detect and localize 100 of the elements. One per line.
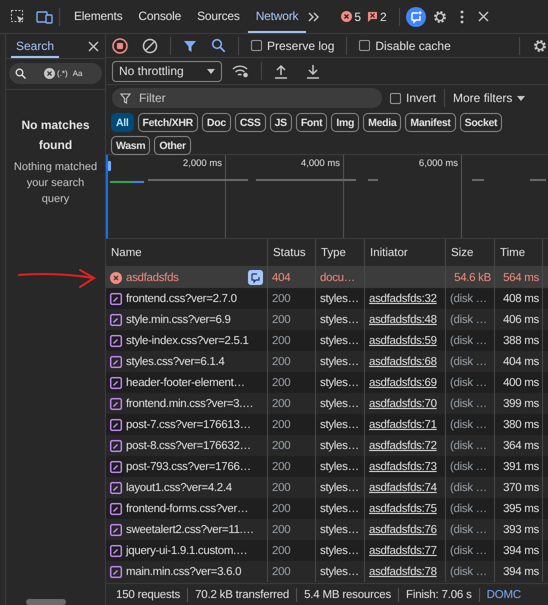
type-filter-chip[interactable]: Fetch/XHR — [138, 113, 198, 132]
stylesheet-icon — [110, 418, 122, 430]
request-name[interactable]: header-footer-element… — [126, 376, 245, 388]
type-filter-chip[interactable]: Socket — [460, 113, 502, 132]
upload-icon[interactable] — [274, 64, 288, 78]
initiator-link[interactable]: asdfadsfds:69 — [369, 376, 437, 388]
request-name[interactable]: style.min.css?ver=6.9 — [126, 314, 231, 326]
search-icon[interactable] — [211, 38, 226, 53]
filter-icon — [120, 92, 131, 104]
initiator-link[interactable]: asdfadsfds:71 — [369, 418, 437, 430]
request-name[interactable]: post-793.css?ver=1766… — [126, 460, 251, 472]
request-name[interactable]: sweetalert2.css?ver=11.… — [126, 524, 254, 536]
status-text: DOMC — [486, 588, 522, 602]
type-filter-chip[interactable]: Wasm — [111, 136, 150, 155]
scrollbar-thumb[interactable] — [26, 599, 66, 605]
device-toolbar-icon[interactable] — [36, 10, 53, 24]
stylesheet-icon — [110, 440, 122, 452]
type-filter-chip[interactable]: Manifest — [405, 113, 456, 132]
ai-assistant-icon[interactable] — [406, 6, 426, 26]
type-filter-chip[interactable]: CSS — [234, 113, 266, 132]
initiator-link[interactable]: asdfadsfds:48 — [369, 314, 437, 326]
type-filter-chip[interactable]: All — [111, 113, 134, 132]
more-options-icon[interactable] — [460, 10, 464, 24]
stylesheet-icon — [110, 482, 122, 494]
checkbox[interactable] — [390, 92, 401, 104]
clear-icon[interactable] — [44, 68, 55, 79]
type-filter-chip[interactable]: Doc — [202, 113, 231, 132]
panel-tab[interactable]: Network — [248, 0, 306, 33]
request-name[interactable]: frontend-forms.css?ver… — [126, 502, 248, 514]
type-filter-chip[interactable]: Img — [331, 113, 360, 132]
initiator-link[interactable]: asdfadsfds:74 — [369, 482, 437, 494]
request-name[interactable]: style-index.css?ver=2.5.1 — [126, 334, 249, 346]
request-name[interactable]: asdfadsfds — [126, 272, 179, 284]
request-name[interactable]: styles.css?ver=6.1.4 — [126, 356, 225, 368]
invert-checkbox[interactable]: Invert — [390, 91, 436, 105]
search-field[interactable]: (.*) Aa — [9, 63, 102, 84]
request-name[interactable]: post-8.css?ver=176632… — [126, 440, 251, 452]
status-text: 150 requests — [116, 588, 188, 602]
checkbox[interactable] — [359, 40, 370, 51]
time-cell: 394 ms — [495, 561, 543, 582]
disable-cache-checkbox[interactable]: Disable cache — [359, 38, 451, 52]
initiator-link[interactable]: asdfadsfds:73 — [369, 460, 437, 472]
throttling-select[interactable]: No throttling — [112, 60, 222, 82]
initiator-link[interactable]: asdfadsfds:78 — [369, 566, 437, 578]
stylesheet-icon — [110, 502, 122, 514]
stylesheet-icon — [110, 334, 122, 346]
clear-icon[interactable] — [142, 38, 158, 54]
error-icon — [341, 11, 352, 22]
type-filter-chip[interactable]: Other — [154, 136, 191, 155]
panel-tab[interactable]: Elements — [66, 0, 130, 33]
request-name[interactable]: frontend.min.css?ver=3.… — [126, 398, 254, 410]
panel-tab[interactable]: Console — [130, 0, 190, 33]
regex-toggle[interactable]: (.*) — [57, 69, 68, 78]
initiator-link[interactable]: asdfadsfds:59 — [369, 334, 437, 346]
record-icon[interactable] — [112, 38, 128, 54]
status-text: 5.4 MB resources — [297, 588, 400, 602]
stylesheet-icon — [110, 544, 122, 556]
column-header[interactable]: Status — [268, 239, 316, 266]
type-filter-chip[interactable]: Font — [296, 113, 328, 132]
filter-bar[interactable]: Filter — [112, 88, 382, 108]
initiator-link[interactable]: asdfadsfds:72 — [369, 440, 437, 452]
network-conditions-icon[interactable] — [232, 64, 249, 78]
stylesheet-icon — [110, 566, 122, 578]
empty-state-text: Nothing matched your search query — [12, 160, 98, 207]
column-header[interactable]: Time — [495, 239, 543, 266]
filter-input[interactable]: Filter — [139, 91, 339, 105]
column-header[interactable]: Initiator — [365, 239, 446, 266]
checkbox[interactable] — [251, 40, 262, 51]
request-name[interactable]: main.min.css?ver=3.6.0 — [126, 566, 242, 578]
stylesheet-icon — [110, 356, 122, 368]
request-name[interactable]: post-7.css?ver=176613… — [126, 418, 251, 430]
column-header[interactable]: Name — [106, 239, 268, 266]
initiator-link[interactable]: asdfadsfds:68 — [369, 356, 437, 368]
filter-icon[interactable] — [183, 38, 197, 52]
type-filter-chip[interactable]: Media — [363, 113, 402, 132]
settings-icon[interactable] — [432, 8, 448, 24]
settings-icon[interactable] — [532, 38, 548, 54]
inspect-icon[interactable] — [10, 8, 26, 24]
type-filter-chip[interactable]: JS — [270, 113, 292, 132]
initiator-link[interactable]: asdfadsfds:77 — [369, 544, 437, 556]
close-icon[interactable] — [478, 11, 489, 22]
search-tab[interactable]: Search — [11, 36, 60, 58]
request-name[interactable]: layout1.css?ver=4.2.4 — [126, 482, 232, 494]
column-header[interactable]: Size — [446, 239, 495, 266]
match-case-toggle[interactable]: Aa — [72, 69, 82, 78]
request-name[interactable]: frontend.css?ver=2.7.0 — [126, 292, 237, 304]
initiator-link[interactable]: asdfadsfds:75 — [369, 502, 437, 514]
download-icon[interactable] — [306, 64, 320, 78]
initiator-link[interactable]: asdfadsfds:32 — [369, 292, 437, 304]
initiator-link[interactable]: asdfadsfds:76 — [369, 524, 437, 536]
ai-assistant-icon[interactable] — [248, 270, 263, 285]
more-filters-dropdown[interactable]: More filters — [453, 91, 526, 105]
request-name[interactable]: jquery-ui-1.9.1.custom.… — [126, 544, 248, 556]
initiator-link[interactable]: asdfadsfds:70 — [369, 398, 437, 410]
panel-tab[interactable]: Sources — [189, 0, 248, 33]
close-icon[interactable] — [88, 40, 99, 52]
type-cell: styles… — [316, 561, 365, 582]
stylesheet-icon — [110, 314, 122, 326]
preserve-log-checkbox[interactable]: Preserve log — [251, 38, 334, 52]
column-header[interactable]: Type — [316, 239, 365, 266]
